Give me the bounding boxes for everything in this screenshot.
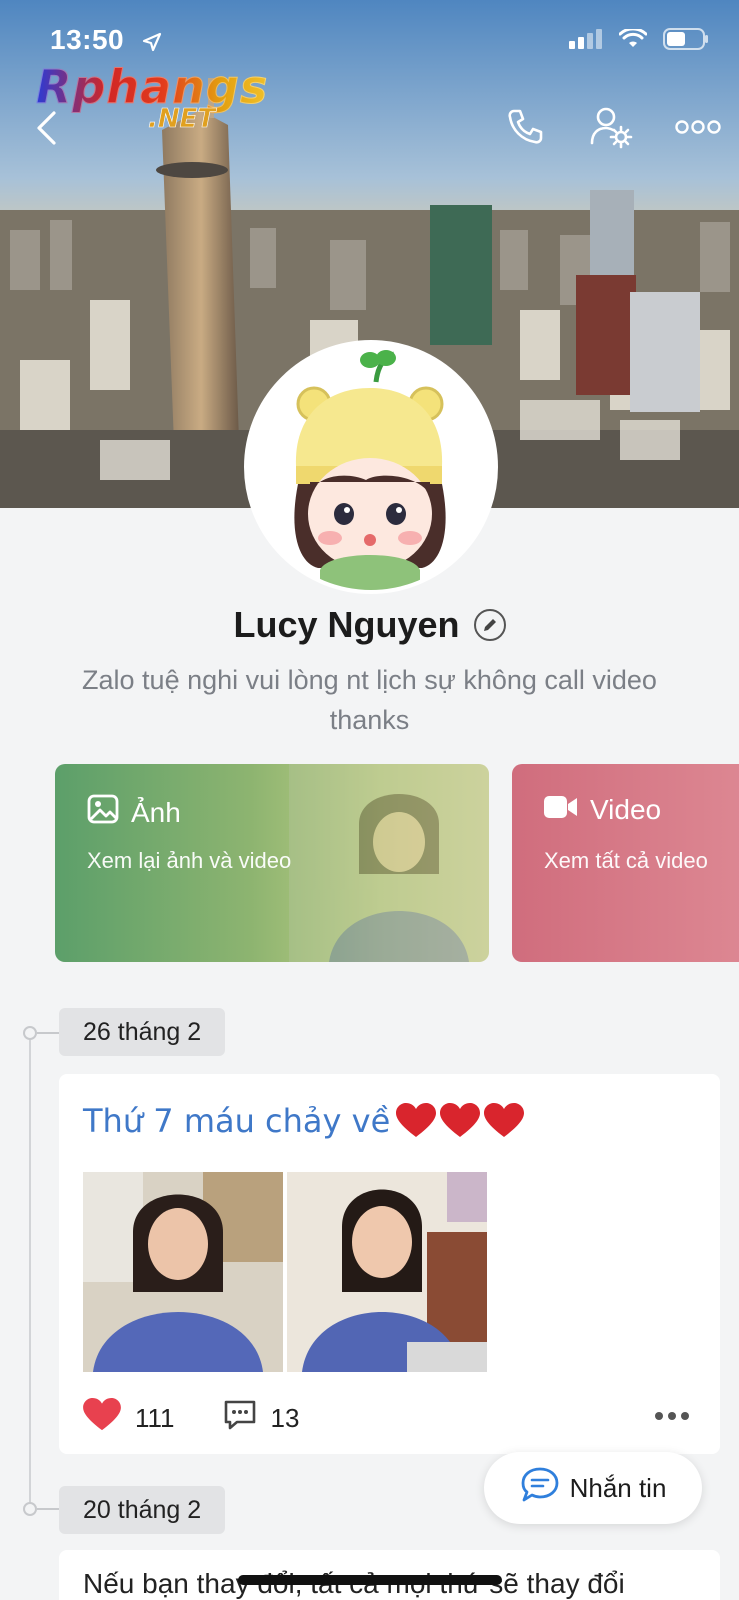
battery-icon <box>663 28 709 55</box>
timeline-date: 20 tháng 2 <box>59 1486 226 1534</box>
profile-bio: Zalo tuệ nghi vui lòng nt lịch sự không … <box>82 665 657 735</box>
comment-count: 13 <box>270 1403 300 1433</box>
location-arrow-icon <box>142 32 162 52</box>
post-caption-row: Thứ 7 máu chảy về <box>83 1102 525 1140</box>
message-button[interactable]: Nhắn tin <box>484 1452 702 1524</box>
videos-card-title: Video <box>590 794 662 825</box>
cellular-signal-icon <box>569 29 603 54</box>
photos-card[interactable]: Ảnh Xem lại ảnh và video <box>55 764 489 962</box>
like-count: 111 <box>135 1403 175 1433</box>
post-photo[interactable] <box>287 1172 487 1372</box>
phone-icon[interactable] <box>500 102 550 152</box>
red-heart-icon <box>484 1103 525 1137</box>
message-button-label: Nhắn tin <box>569 1472 667 1503</box>
home-indicator[interactable] <box>238 1575 502 1585</box>
video-icon <box>544 794 578 826</box>
user-settings-icon[interactable] <box>586 102 636 152</box>
post-stats: 111 13 <box>83 1398 299 1439</box>
timeline-date: 26 tháng 2 <box>59 1008 226 1056</box>
image-icon <box>87 794 119 831</box>
timeline-dot <box>23 1502 37 1516</box>
comment-icon[interactable] <box>223 1399 257 1438</box>
photos-card-title-row: Ảnh <box>87 794 181 831</box>
videos-card-subtitle: Xem tất cả video <box>544 848 708 873</box>
status-time: 13:50 <box>50 24 125 55</box>
photo-preview-image <box>289 764 489 962</box>
profile-name: Lucy Nguyen <box>233 604 460 645</box>
heart-emoji-group <box>396 1103 525 1139</box>
back-icon[interactable] <box>26 104 66 152</box>
heart-icon[interactable] <box>83 1398 121 1439</box>
timeline-dot <box>23 1026 37 1040</box>
profile-name-row: Lucy Nguyen <box>0 604 739 646</box>
post-caption: Thứ 7 máu chảy về <box>83 1102 391 1140</box>
post-photo[interactable] <box>83 1172 283 1372</box>
timeline-tick <box>37 1032 59 1034</box>
more-horizontal-icon[interactable] <box>672 102 724 152</box>
red-heart-icon <box>396 1103 437 1137</box>
chat-bubble-icon <box>520 1466 560 1511</box>
post-photo-grid <box>83 1172 487 1372</box>
wifi-icon <box>618 27 648 54</box>
timeline-tick <box>37 1508 59 1510</box>
profile-avatar[interactable] <box>244 340 498 594</box>
post-more-icon[interactable] <box>654 1408 690 1426</box>
red-heart-icon <box>440 1103 481 1137</box>
avatar-girl-illustration <box>248 344 494 590</box>
edit-pencil-icon[interactable] <box>473 609 506 641</box>
photos-card-subtitle: Xem lại ảnh và video <box>87 848 292 873</box>
timeline-post[interactable]: Thứ 7 máu chảy về 111 13 <box>59 1074 720 1454</box>
videos-card[interactable]: Video Xem tất cả video <box>512 764 739 962</box>
videos-card-title-row: Video <box>544 794 661 826</box>
profile-header-nav <box>0 100 739 156</box>
photos-card-title: Ảnh <box>131 796 181 828</box>
timeline-line <box>29 1032 31 1512</box>
